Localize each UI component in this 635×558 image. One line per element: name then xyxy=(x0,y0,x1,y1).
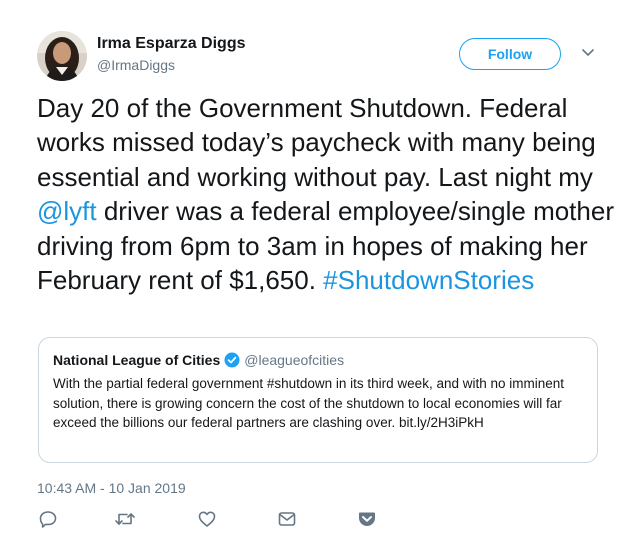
quoted-tweet-card[interactable]: National League of Cities @leagueofcitie… xyxy=(38,337,598,463)
lyft-mention-link[interactable]: @lyft xyxy=(37,196,97,226)
reply-icon[interactable] xyxy=(37,508,59,530)
tweet-text: Day 20 of the Government Shutdown. Feder… xyxy=(37,91,617,297)
quoted-tweet-header: National League of Cities @leagueofcitie… xyxy=(53,351,583,369)
direct-message-icon[interactable] xyxy=(276,508,298,530)
tweet-actions-bar xyxy=(0,508,635,532)
divider xyxy=(37,502,597,503)
follow-button[interactable]: Follow xyxy=(459,38,561,70)
verified-badge-icon xyxy=(224,352,240,368)
quoted-tweet-text: With the partial federal government #shu… xyxy=(53,376,565,431)
shutdownstories-hashtag-link[interactable]: #ShutdownStories xyxy=(323,265,534,295)
avatar-photo xyxy=(37,31,87,81)
chevron-down-icon[interactable] xyxy=(580,45,596,61)
author-screen-name[interactable]: @IrmaDiggs xyxy=(97,57,175,73)
quoted-author-name: National League of Cities xyxy=(53,352,221,368)
retweet-icon[interactable] xyxy=(114,508,136,530)
quoted-author-handle: @leagueofcities xyxy=(244,352,345,368)
like-icon[interactable] xyxy=(196,508,218,530)
author-avatar[interactable] xyxy=(37,31,87,81)
pocket-icon[interactable] xyxy=(356,508,378,530)
tweet-text-part: Day 20 of the Government Shutdown. Feder… xyxy=(37,93,596,192)
tweet-timestamp[interactable]: 10:43 AM - 10 Jan 2019 xyxy=(37,480,186,496)
author-display-name[interactable]: Irma Esparza Diggs xyxy=(97,35,246,53)
